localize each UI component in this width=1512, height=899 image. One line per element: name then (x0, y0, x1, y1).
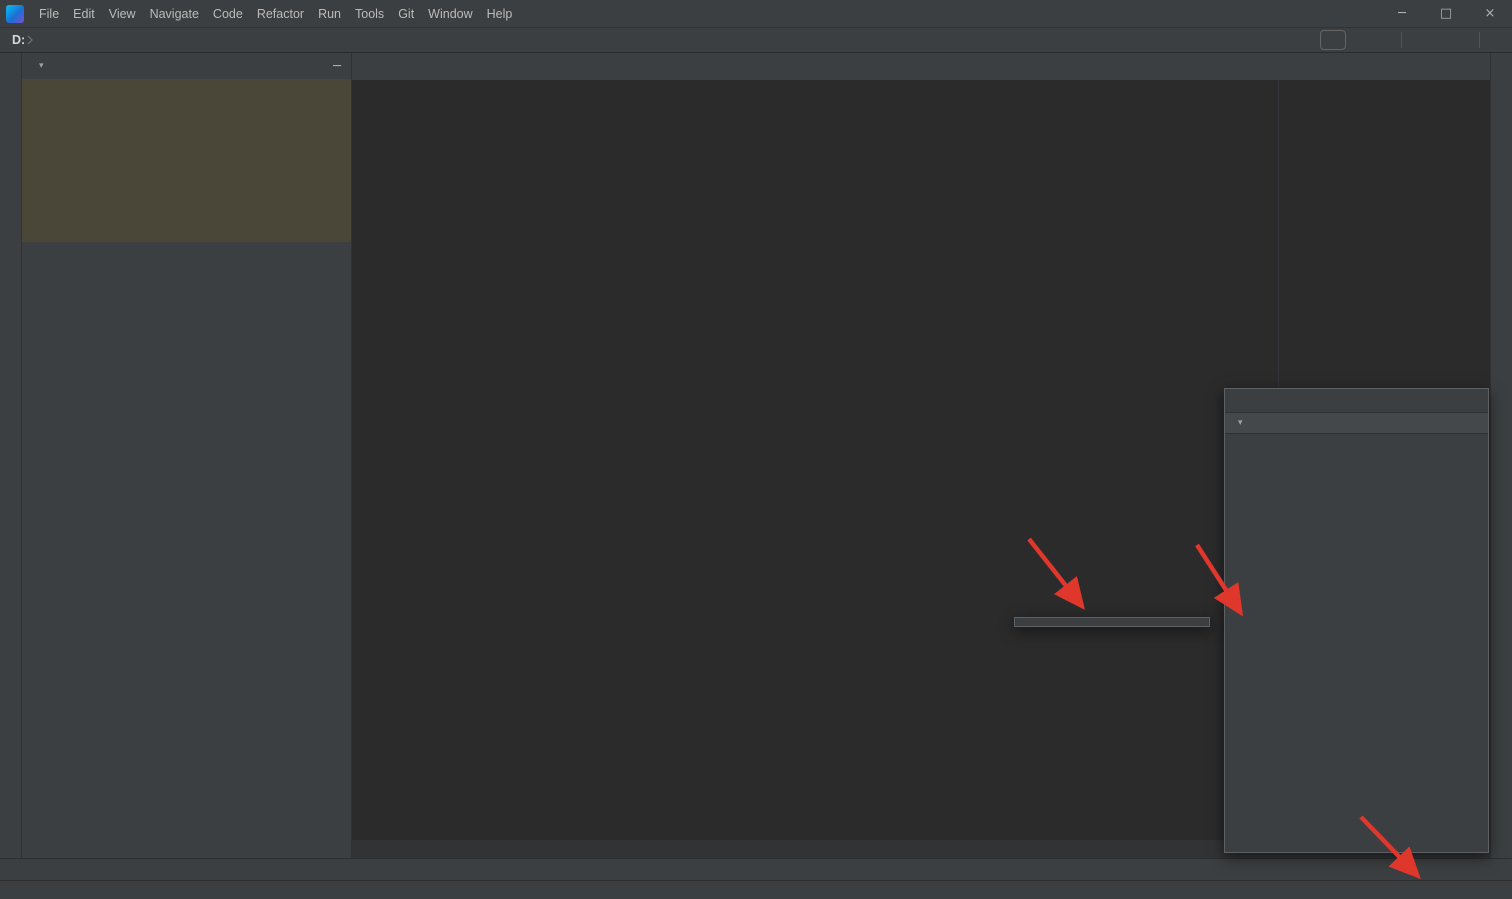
navigation-bar: D: (0, 28, 1512, 53)
menu-refactor[interactable]: Refactor (250, 7, 311, 21)
chevron-down-icon: ▾ (39, 61, 44, 71)
toolbar-right (1309, 30, 1502, 50)
menu-file[interactable]: File (32, 7, 66, 21)
status-bar (0, 880, 1512, 899)
left-tool-stripe (0, 53, 22, 858)
project-tree[interactable] (22, 79, 351, 858)
webstorm-logo-icon (6, 4, 24, 23)
right-tool-stripe (1490, 53, 1512, 858)
menu-tools[interactable]: Tools (348, 7, 391, 21)
add-configuration-button[interactable] (1320, 30, 1346, 50)
menu-window[interactable]: Window (421, 7, 479, 21)
breadcrumb: D: (10, 33, 34, 47)
maximize-button[interactable]: □ (1424, 0, 1468, 28)
project-panel: ▾ ─ (22, 53, 352, 858)
tree-background (22, 79, 351, 242)
chevron-down-icon: ▾ (1238, 418, 1243, 428)
tool-window-bar (0, 858, 1512, 880)
menu-bar-items: File Edit View Navigate Code Refactor Run Tools… (32, 7, 519, 21)
menu-view[interactable]: View (102, 7, 143, 21)
menu-git[interactable]: Git (391, 7, 421, 21)
branches-popup-header (1225, 389, 1488, 413)
breadcrumb-item-d[interactable]: D: (10, 33, 27, 47)
git-branches-popup: ▾ (1224, 388, 1489, 853)
window-controls: ─ □ × (1380, 0, 1512, 28)
menu-run[interactable]: Run (311, 7, 348, 21)
menu-navigate[interactable]: Navigate (143, 7, 206, 21)
breadcrumb-chevron-icon (27, 35, 34, 45)
menu-code[interactable]: Code (206, 7, 250, 21)
menu-help[interactable]: Help (480, 7, 520, 21)
menu-edit[interactable]: Edit (66, 7, 102, 21)
title-bar: File Edit View Navigate Code Refactor Run Tools… (0, 0, 1512, 28)
project-panel-header: ▾ ─ (22, 53, 351, 79)
ide-window: File Edit View Navigate Code Refactor Run Tools… (0, 0, 1512, 899)
toolbar-separator (1401, 32, 1402, 48)
branch-context-menu (1014, 617, 1210, 627)
minimize-button[interactable]: ─ (1380, 0, 1424, 28)
toolbar-separator (1479, 32, 1480, 48)
branch-search-field[interactable]: ▾ (1225, 413, 1488, 434)
editor-tab-bar (352, 53, 1490, 80)
project-panel-icons: ─ (293, 59, 341, 74)
hide-panel-button[interactable]: ─ (333, 59, 341, 74)
close-button[interactable]: × (1468, 0, 1512, 28)
